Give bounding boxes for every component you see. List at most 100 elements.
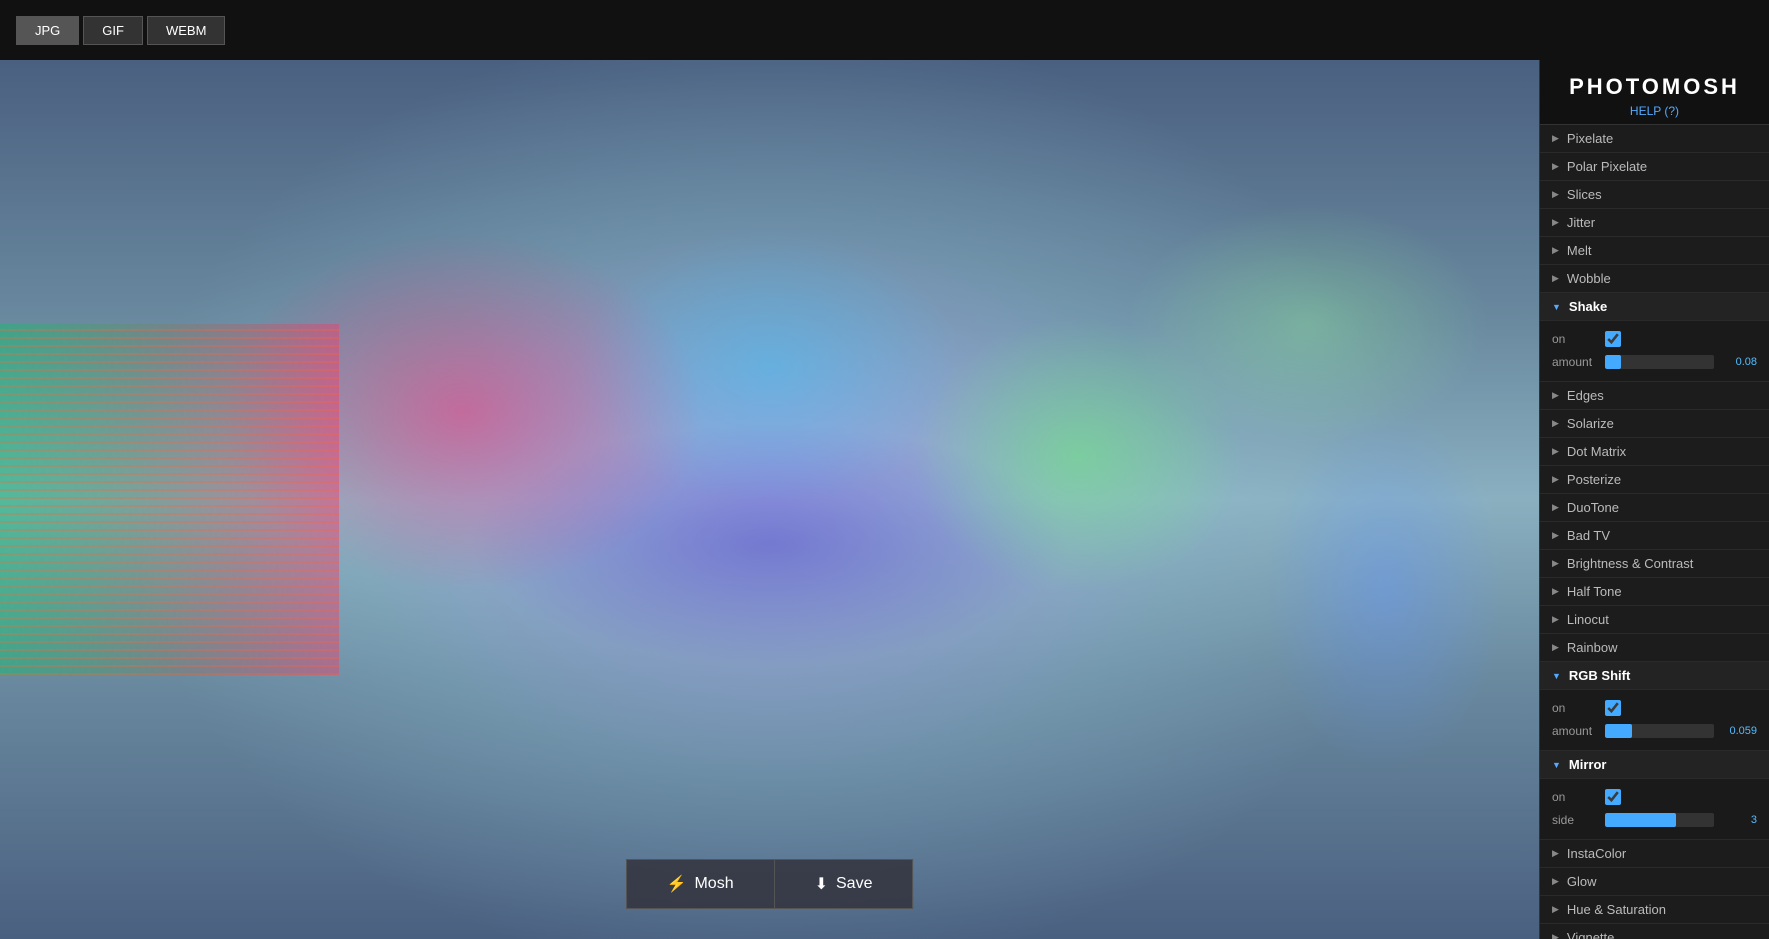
effect-brightness-contrast[interactable]: ▶ Brightness & Contrast [1540, 550, 1769, 578]
effect-label: Glow [1567, 874, 1597, 889]
effect-label: InstaColor [1567, 846, 1626, 861]
effect-rgb-shift[interactable]: ▼ RGB Shift [1540, 662, 1769, 690]
mirror-side-slider[interactable] [1605, 813, 1714, 827]
effect-label: Hue & Saturation [1567, 902, 1666, 917]
effect-rainbow[interactable]: ▶ Rainbow [1540, 634, 1769, 662]
effect-glow[interactable]: ▶ Glow [1540, 868, 1769, 896]
chevron-right-icon: ▶ [1552, 558, 1559, 569]
shake-amount-label: amount [1552, 355, 1597, 369]
effect-polar-pixelate[interactable]: ▶ Polar Pixelate [1540, 153, 1769, 181]
effect-shake[interactable]: ▼ Shake [1540, 293, 1769, 321]
effect-linocut[interactable]: ▶ Linocut [1540, 606, 1769, 634]
effect-label: RGB Shift [1569, 668, 1630, 683]
rgb-amount-slider[interactable] [1605, 724, 1714, 738]
help-link[interactable]: HELP (?) [1556, 104, 1753, 118]
mosh-button[interactable]: ⚡ Mosh [626, 859, 774, 909]
tab-gif[interactable]: GIF [83, 16, 143, 45]
action-bar: ⚡ Mosh ⬇ Save [626, 859, 914, 909]
effect-hue-saturation[interactable]: ▶ Hue & Saturation [1540, 896, 1769, 924]
mirror-side-value: 3 [1722, 814, 1757, 826]
mirror-side-fill [1605, 813, 1676, 827]
save-button[interactable]: ⬇ Save [774, 859, 914, 909]
effect-label: Melt [1567, 243, 1592, 258]
rgb-on-label: on [1552, 701, 1597, 715]
mirror-on-checkbox[interactable] [1605, 789, 1621, 805]
shake-amount-slider[interactable] [1605, 355, 1714, 369]
chevron-right-icon: ▶ [1552, 133, 1559, 144]
effect-label: Half Tone [1567, 584, 1622, 599]
chevron-right-icon: ▶ [1552, 189, 1559, 200]
effect-label: DuoTone [1567, 500, 1619, 515]
effect-label: Pixelate [1567, 131, 1613, 146]
right-panel: PHOTOMOSH HELP (?) ▶ Pixelate ▶ Polar Pi… [1539, 60, 1769, 939]
rgb-on-row: on [1552, 696, 1757, 720]
effect-label: Jitter [1567, 215, 1595, 230]
tab-webm[interactable]: WEBM [147, 16, 225, 45]
effect-label: Polar Pixelate [1567, 159, 1647, 174]
chevron-right-icon: ▶ [1552, 904, 1559, 915]
chevron-right-icon: ▶ [1552, 848, 1559, 859]
effect-half-tone[interactable]: ▶ Half Tone [1540, 578, 1769, 606]
effect-instacolor[interactable]: ▶ InstaColor [1540, 840, 1769, 868]
shake-on-checkbox[interactable] [1605, 331, 1621, 347]
chevron-down-icon: ▼ [1552, 760, 1561, 770]
rgb-amount-fill [1605, 724, 1632, 738]
effect-solarize[interactable]: ▶ Solarize [1540, 410, 1769, 438]
effect-pixelate[interactable]: ▶ Pixelate [1540, 125, 1769, 153]
topbar: JPG GIF WEBM [0, 0, 1769, 60]
effect-label: Shake [1569, 299, 1607, 314]
effect-label: Bad TV [1567, 528, 1610, 543]
save-label: Save [836, 875, 872, 893]
chevron-right-icon: ▶ [1552, 530, 1559, 541]
shake-controls: on amount 0.08 [1540, 321, 1769, 382]
mosh-label: Mosh [694, 875, 733, 893]
tab-jpg[interactable]: JPG [16, 16, 79, 45]
mirror-controls: on side 3 [1540, 779, 1769, 840]
effect-vignette[interactable]: ▶ Vignette [1540, 924, 1769, 939]
shake-amount-value: 0.08 [1722, 356, 1757, 368]
effect-dot-matrix[interactable]: ▶ Dot Matrix [1540, 438, 1769, 466]
effect-jitter[interactable]: ▶ Jitter [1540, 209, 1769, 237]
shake-on-row: on [1552, 327, 1757, 351]
effect-label: Dot Matrix [1567, 444, 1626, 459]
effect-wobble[interactable]: ▶ Wobble [1540, 265, 1769, 293]
mirror-on-label: on [1552, 790, 1597, 804]
effect-edges[interactable]: ▶ Edges [1540, 382, 1769, 410]
chevron-right-icon: ▶ [1552, 446, 1559, 457]
chevron-right-icon: ▶ [1552, 245, 1559, 256]
effects-list: ▶ Pixelate ▶ Polar Pixelate ▶ Slices ▶ J… [1540, 125, 1769, 939]
shake-amount-fill [1605, 355, 1621, 369]
main-layout: ⚡ Mosh ⬇ Save PHOTOMOSH HELP (?) ▶ Pixel… [0, 60, 1769, 939]
effect-label: Solarize [1567, 416, 1614, 431]
chevron-right-icon: ▶ [1552, 161, 1559, 172]
effect-mirror[interactable]: ▼ Mirror [1540, 751, 1769, 779]
logo: PHOTOMOSH [1556, 74, 1753, 100]
chevron-right-icon: ▶ [1552, 390, 1559, 401]
rgb-amount-label: amount [1552, 724, 1597, 738]
effect-label: Posterize [1567, 472, 1621, 487]
chevron-down-icon: ▼ [1552, 302, 1561, 312]
chevron-right-icon: ▶ [1552, 474, 1559, 485]
chevron-right-icon: ▶ [1552, 418, 1559, 429]
mirror-side-row: side 3 [1552, 809, 1757, 831]
effect-bad-tv[interactable]: ▶ Bad TV [1540, 522, 1769, 550]
effect-duotone[interactable]: ▶ DuoTone [1540, 494, 1769, 522]
chevron-right-icon: ▶ [1552, 217, 1559, 228]
panel-header: PHOTOMOSH HELP (?) [1540, 60, 1769, 125]
effect-label: Rainbow [1567, 640, 1618, 655]
rgb-amount-value: 0.059 [1722, 725, 1757, 737]
chevron-right-icon: ▶ [1552, 932, 1559, 939]
effect-melt[interactable]: ▶ Melt [1540, 237, 1769, 265]
rgb-on-checkbox[interactable] [1605, 700, 1621, 716]
mirror-on-row: on [1552, 785, 1757, 809]
effect-label: Edges [1567, 388, 1604, 403]
effect-posterize[interactable]: ▶ Posterize [1540, 466, 1769, 494]
chevron-right-icon: ▶ [1552, 876, 1559, 887]
mosh-icon: ⚡ [667, 874, 687, 894]
effect-label: Slices [1567, 187, 1602, 202]
effect-label: Wobble [1567, 271, 1611, 286]
canvas-area[interactable]: ⚡ Mosh ⬇ Save [0, 60, 1539, 939]
chevron-right-icon: ▶ [1552, 614, 1559, 625]
effect-slices[interactable]: ▶ Slices [1540, 181, 1769, 209]
chevron-right-icon: ▶ [1552, 273, 1559, 284]
